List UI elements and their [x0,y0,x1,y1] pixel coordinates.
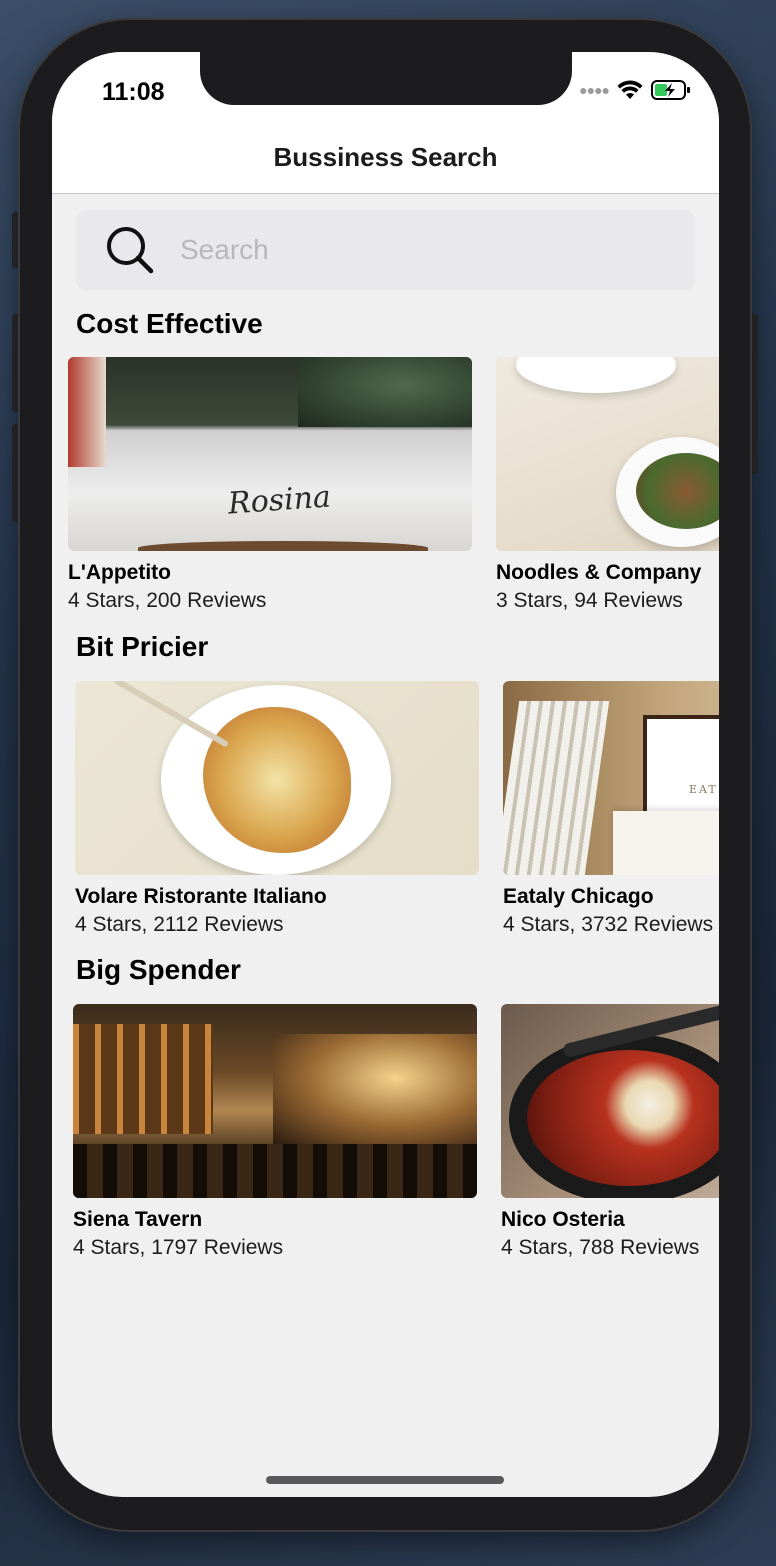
home-indicator[interactable] [266,1476,504,1484]
business-name: Eataly Chicago [503,885,654,908]
notch [200,52,572,105]
search-input[interactable] [180,226,660,274]
search-bar[interactable] [76,210,695,290]
business-rating-reviews: 4 Stars, 200 Reviews [68,589,267,612]
wifi-icon [617,80,643,99]
business-rating-reviews: 4 Stars, 3732 Reviews [503,913,714,936]
battery-charging-icon [651,80,690,100]
business-rating-reviews: 3 Stars, 94 Reviews [496,589,683,612]
business-name: L'Appetito [68,561,171,584]
business-name: Siena Tavern [73,1208,203,1231]
business-card-lappetito[interactable]: Rosina L'Appetito 4 Stars, 200 Reviews [68,357,472,613]
business-photo [496,357,719,551]
business-name: Nico Osteria [501,1208,625,1231]
business-card-noodles-company[interactable]: Noodles & Company 3 Stars, 94 Reviews [496,357,719,613]
business-rating-reviews: 4 Stars, 1797 Reviews [73,1236,284,1259]
business-card-siena-tavern[interactable]: Siena Tavern 4 Stars, 1797 Reviews [73,1004,477,1260]
section-title-bit-pricier: Bit Pricier [76,631,209,662]
business-rating-reviews: 4 Stars, 2112 Reviews [75,913,284,936]
status-time: 11:08 [102,78,165,106]
cellular-signal-icon: ●●●● [579,82,610,98]
business-photo: EAT [503,681,719,875]
business-photo [75,681,479,875]
page-title: Bussiness Search [273,142,498,172]
section-title-cost-effective: Cost Effective [76,308,263,339]
status-icons: ●●●● [579,80,691,100]
section-title-big-spender: Big Spender [76,954,241,985]
business-photo: Rosina [68,357,472,551]
app-screen: 11:08 ●●●● Bussiness Search Cost Effecti… [52,52,719,1497]
photo-text-rosina: Rosina [226,479,332,522]
navigation-bar: 11:08 ●●●● Bussiness Search [52,52,719,194]
business-photo [501,1004,719,1198]
business-card-nico-osteria[interactable]: Nico Osteria 4 Stars, 788 Reviews [501,1004,719,1260]
business-card-volare-ristorante[interactable]: Volare Ristorante Italiano 4 Stars, 2112… [75,681,479,937]
business-photo [73,1004,477,1198]
business-rating-reviews: 4 Stars, 788 Reviews [501,1236,700,1259]
photo-text-eat: EAT [689,783,718,796]
business-name: Volare Ristorante Italiano [75,885,327,908]
business-name: Noodles & Company [496,561,702,584]
business-card-eataly-chicago[interactable]: EAT Eataly Chicago 4 Stars, 3732 Reviews [503,681,719,937]
search-icon [107,227,154,274]
